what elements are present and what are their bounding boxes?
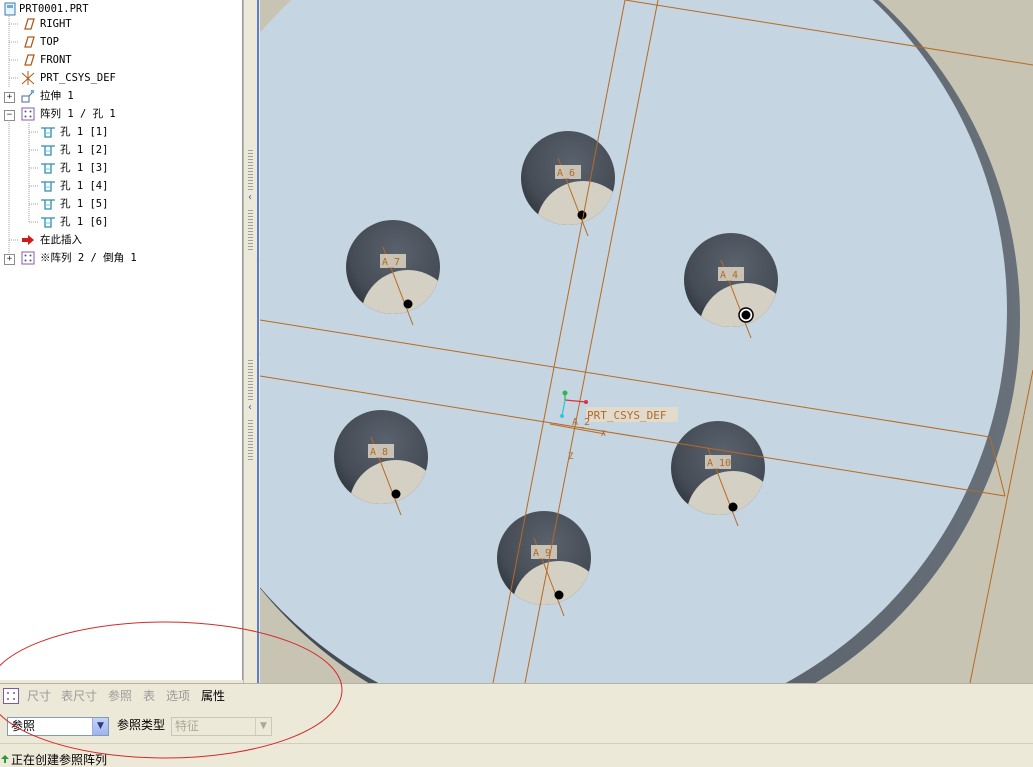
tab-table-dimensions[interactable]: 表尺寸 — [61, 688, 97, 704]
pattern-dashboard-icon — [3, 688, 19, 704]
csys-label: PRT_CSYS_DEF — [587, 409, 666, 422]
model-canvas[interactable]: A_6 A_7 A_4 A_8 A_10 A_9 PRT_CSYS_DEF A_2 Z X — [260, 0, 1033, 683]
reference-type-select[interactable]: 特征 ▼ — [171, 717, 272, 736]
axis-label: A_8 — [370, 447, 388, 458]
splitter-grip — [248, 420, 253, 460]
status-bar: 正在创建参照阵列 — [0, 743, 1033, 767]
feature-dashboard: 尺寸 表尺寸 参照 表 选项 属性 参照 ▼ 参照类型 特征 ▼ — [0, 683, 1033, 744]
pattern-member-marker[interactable] — [741, 310, 751, 320]
splitter-grip — [248, 150, 253, 190]
pattern-member-marker[interactable] — [391, 489, 401, 499]
pattern-member-marker[interactable] — [554, 590, 564, 600]
axis-label: A_9 — [533, 548, 551, 559]
disk-top-face — [260, 0, 1007, 683]
tab-properties[interactable]: 属性 — [201, 688, 225, 704]
graphics-viewport[interactable]: A_6 A_7 A_4 A_8 A_10 A_9 PRT_CSYS_DEF A_2 Z X — [260, 0, 1033, 683]
tree-connectors — [8, 14, 39, 253]
collapse-left-arrow-icon[interactable]: ‹ — [248, 403, 256, 413]
tab-options[interactable]: 选项 — [166, 688, 190, 704]
model-tree: PRT0001.PRT RIGHT TOP FRONT PRT_CSYS_DEF… — [0, 0, 243, 680]
viewport-border — [257, 0, 259, 683]
axis-label: A_7 — [382, 257, 400, 268]
pattern-member-marker[interactable] — [403, 299, 413, 309]
reference-type-label: 参照类型 — [117, 718, 166, 732]
x-axis-label: X — [601, 429, 606, 438]
splitter-grip — [248, 210, 253, 250]
tab-table[interactable]: 表 — [143, 688, 155, 704]
axis-label: A_10 — [707, 458, 731, 469]
pattern-member-marker[interactable] — [728, 502, 738, 512]
pattern-type-select[interactable]: 参照 ▼ — [7, 717, 109, 736]
reference-type-value: 特征 — [175, 719, 200, 733]
chevron-down-icon: ▼ — [255, 718, 271, 735]
tab-references[interactable]: 参照 — [108, 688, 132, 704]
pattern-member-marker[interactable] — [577, 210, 587, 220]
panel-splitter[interactable]: ‹ › › ‹ — [243, 0, 261, 683]
axis-label-center: A_2 — [572, 417, 590, 428]
pattern-type-value: 参照 — [11, 719, 36, 733]
status-message: 正在创建参照阵列 — [11, 753, 108, 767]
tab-dimensions[interactable]: 尺寸 — [27, 688, 51, 704]
chevron-down-icon[interactable]: ▼ — [92, 718, 108, 735]
axis-label: A_6 — [557, 168, 575, 179]
axis-label: A_4 — [720, 270, 738, 281]
splitter-grip — [248, 360, 253, 400]
z-axis-label: Z — [568, 452, 574, 462]
collapse-left-arrow-icon[interactable]: ‹ — [248, 193, 256, 203]
status-arrow-icon — [0, 754, 10, 764]
